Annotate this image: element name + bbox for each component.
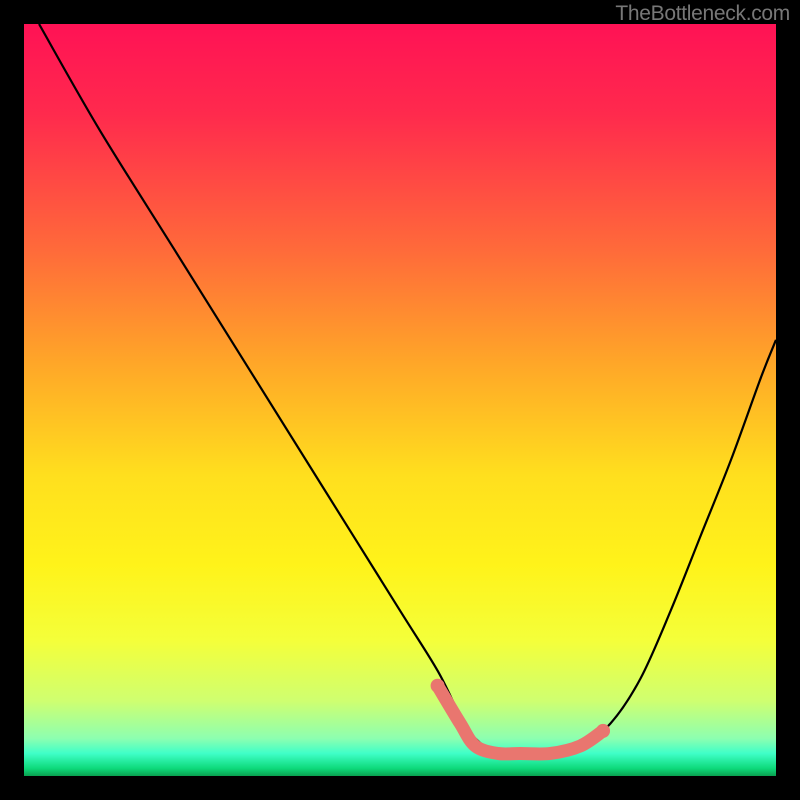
plot-area <box>24 24 776 776</box>
heat-gradient-background <box>24 24 776 776</box>
watermark-text: TheBottleneck.com <box>615 2 790 26</box>
chart-frame: TheBottleneck.com <box>0 0 800 800</box>
